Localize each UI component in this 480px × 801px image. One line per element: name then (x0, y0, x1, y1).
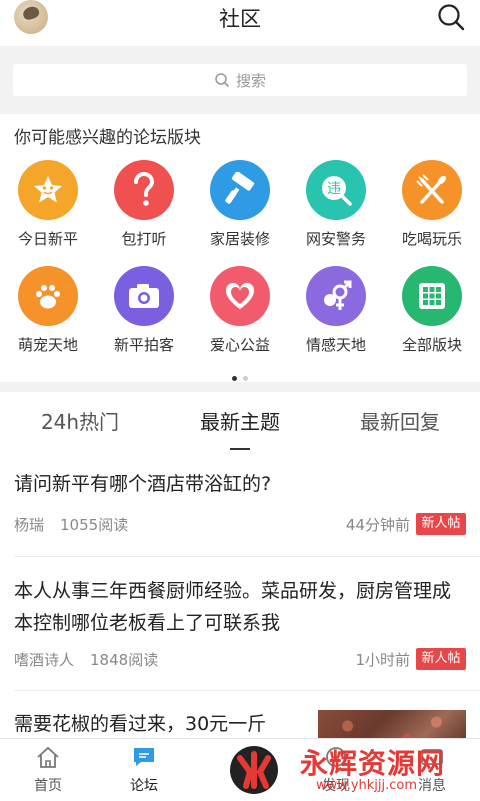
heart-icon (210, 266, 270, 326)
forum-label: 爱心公益 (209, 336, 270, 354)
forum-item-all[interactable]: 全部版块 (384, 266, 480, 355)
nav-forum[interactable]: 论坛 (96, 745, 192, 795)
watermark-text: 永辉资源网 (300, 747, 446, 780)
forum-label: 情感天地 (305, 336, 366, 354)
tab-latest-topics[interactable]: 最新主题 (160, 406, 320, 435)
section-divider (0, 382, 480, 392)
nav-label: 论坛 (130, 778, 158, 794)
paw-icon (18, 266, 78, 326)
forum-item-photographers[interactable]: 新平拍客 (96, 266, 192, 355)
forum-label: 吃喝玩乐 (401, 230, 462, 248)
forum-item-pets[interactable]: 萌宠天地 (0, 266, 96, 355)
post-reads: 1055阅读 (60, 516, 129, 534)
search-placeholder: 搜索 (235, 71, 266, 90)
page-title: 社区 (219, 7, 261, 31)
question-icon (114, 160, 174, 220)
forum-item-food-fun[interactable]: 吃喝玩乐 (384, 160, 480, 249)
paint-roller-icon (210, 160, 270, 220)
post-meta: 嗜酒诗人 1848阅读 (14, 649, 174, 670)
police-badge-icon: 违 (306, 160, 366, 220)
post-author[interactable]: 嗜酒诗人 (14, 651, 74, 669)
post-item[interactable]: 本人从事三年西餐厨师经验。菜品研发，厨房管理成本控制哪位老板看上了可联系我 嗜酒… (14, 575, 466, 685)
section-title: 你可能感兴趣的论坛版块 (14, 128, 201, 148)
post-tabs: 24h热门 最新主题 最新回复 (0, 392, 480, 452)
top-bar: 社区 (0, 0, 480, 46)
forum-label: 萌宠天地 (17, 336, 78, 354)
forum-item-police[interactable]: 违 网安警务 (288, 160, 384, 249)
nav-label: 首页 (34, 778, 62, 794)
search-icon (215, 73, 229, 87)
post-title: 请问新平有哪个酒店带浴缸的? (14, 473, 272, 495)
home-icon (37, 746, 59, 768)
post-title: 需要花椒的看过来，30元一斤 (14, 713, 267, 735)
forum-label: 新平拍客 (113, 336, 174, 354)
post-time: 44分钟前 (345, 516, 410, 534)
post-item[interactable]: 请问新平有哪个酒店带浴缸的? 杨瑞 1055阅读 44分钟前 新人帖 (14, 468, 466, 548)
forum-item-emotion[interactable]: 情感天地 (288, 266, 384, 355)
grid-icon (402, 266, 462, 326)
forum-item-home-decor[interactable]: 家居装修 (192, 160, 288, 249)
page-dot-active (232, 376, 237, 381)
chat-icon (134, 748, 154, 766)
forum-label: 全部版块 (401, 336, 462, 354)
forum-item-charity[interactable]: 爱心公益 (192, 266, 288, 355)
page-dot (243, 376, 248, 381)
post-author[interactable]: 杨瑞 (14, 516, 44, 534)
post-title: 本人从事三年西餐厨师经验。菜品研发，厨房管理成本控制哪位老板看上了可联系我 (14, 580, 452, 634)
forum-label: 家居装修 (209, 230, 270, 248)
gender-icon (306, 266, 366, 326)
search-area: 搜索 (0, 46, 480, 114)
watermark-url: www.yhkjjj.com (316, 778, 418, 793)
forum-item-today[interactable]: 今日新平 (0, 160, 96, 249)
tab-latest-replies[interactable]: 最新回复 (320, 406, 480, 435)
search-icon[interactable] (436, 2, 466, 32)
post-item[interactable]: 需要花椒的看过来，30元一斤 (14, 708, 314, 738)
active-tab-indicator (230, 448, 250, 450)
post-reads: 1848阅读 (90, 651, 159, 669)
nav-home[interactable]: 首页 (0, 745, 96, 795)
divider (14, 556, 480, 557)
post-meta: 杨瑞 1055阅读 (14, 514, 144, 535)
svg-text:违: 违 (327, 181, 341, 197)
post-time: 1小时前 (355, 651, 410, 669)
new-user-badge: 新人帖 (416, 648, 466, 670)
star-icon (18, 160, 78, 220)
forum-label: 今日新平 (17, 230, 78, 248)
tab-hot-24h[interactable]: 24h热门 (0, 406, 160, 435)
search-input[interactable]: 搜索 (13, 64, 467, 96)
watermark-logo-icon (230, 746, 278, 794)
forum-label: 网安警务 (305, 230, 366, 248)
forum-item-inquire[interactable]: 包打听 (96, 160, 192, 249)
new-user-badge: 新人帖 (416, 513, 466, 535)
watermark: 永辉资源网 www.yhkjjj.com (220, 738, 480, 800)
camera-icon (114, 266, 174, 326)
fork-knife-icon (402, 160, 462, 220)
divider (14, 690, 480, 691)
forum-label: 包打听 (121, 230, 167, 248)
